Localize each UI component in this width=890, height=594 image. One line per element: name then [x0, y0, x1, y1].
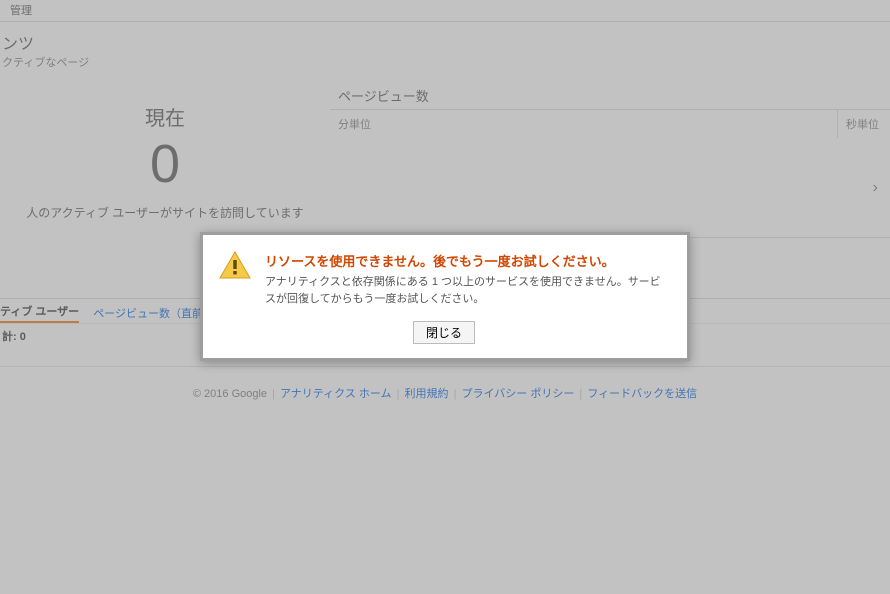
- dialog-message: アナリティクスと依存関係にある 1 つ以上のサービスを使用できません。サービスが…: [265, 274, 669, 307]
- close-button[interactable]: 閉じる: [413, 321, 475, 344]
- error-dialog: リソースを使用できません。後でもう一度お試しください。 アナリティクスと依存関係…: [200, 232, 690, 361]
- warning-icon: [219, 251, 251, 279]
- dialog-title: リソースを使用できません。後でもう一度お試しください。: [265, 251, 669, 270]
